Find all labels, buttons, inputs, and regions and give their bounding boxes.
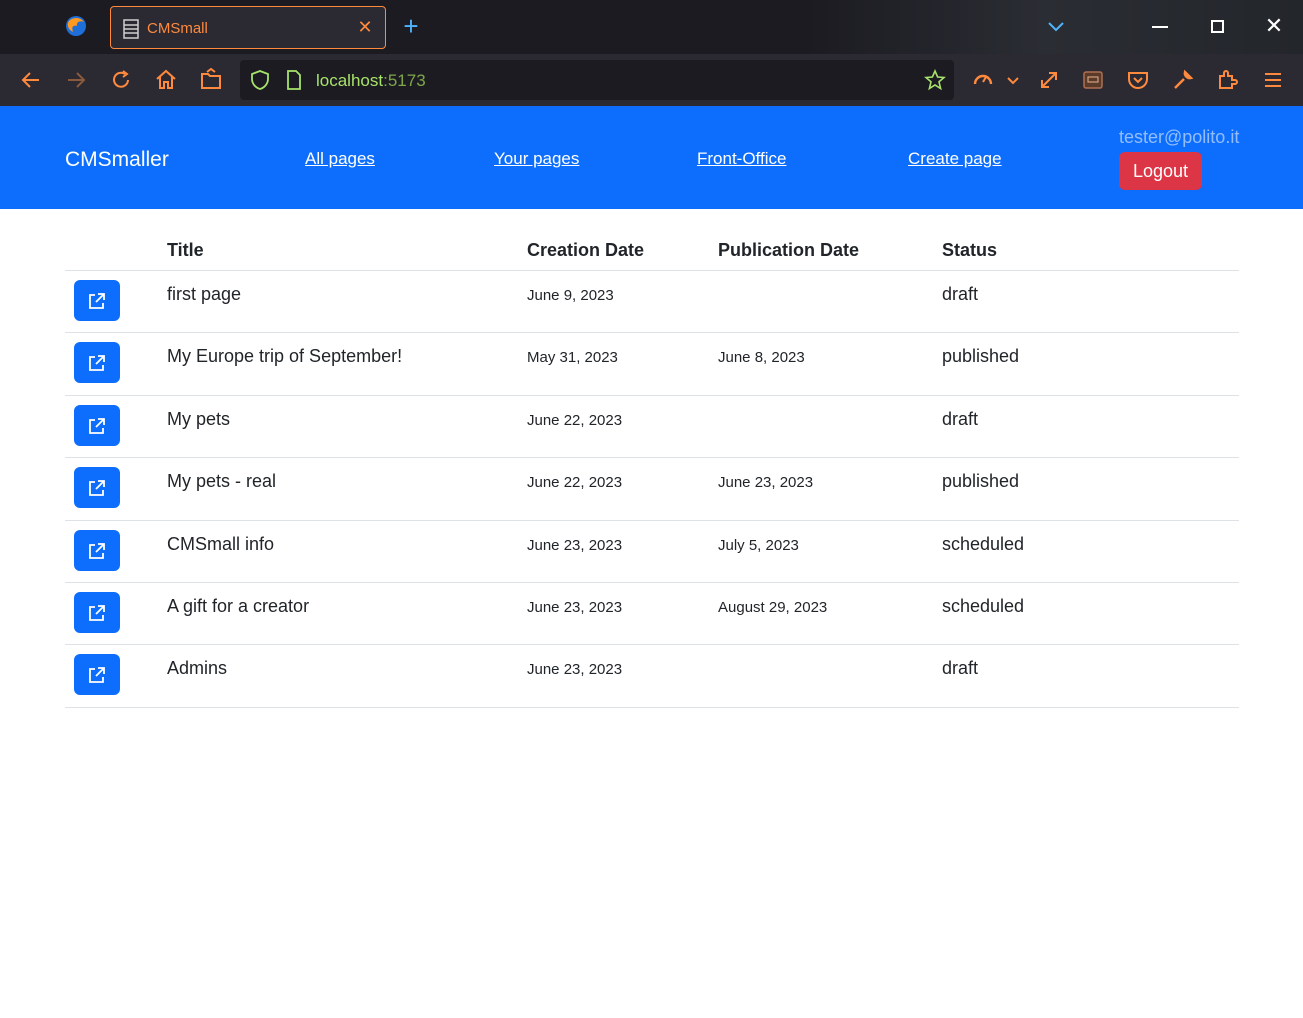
browser-tab-bar: CMSmall ✕ + ✕ — [0, 0, 1303, 54]
column-header-publication-date: Publication Date — [718, 240, 860, 260]
table-body: first page June 9, 2023 draft My Europe … — [65, 271, 1239, 708]
page-status: scheduled — [942, 595, 1025, 616]
column-header-title: Title — [167, 240, 204, 260]
page-status: draft — [942, 408, 979, 429]
external-link-icon — [89, 293, 105, 309]
creation-date: June 23, 2023 — [527, 661, 623, 679]
nav-your-pages[interactable]: Your pages — [494, 149, 579, 169]
open-page-button[interactable] — [74, 467, 120, 509]
external-link-icon — [89, 480, 105, 497]
home-icon[interactable] — [154, 68, 178, 92]
page-list-icon — [123, 19, 139, 39]
back-icon[interactable] — [19, 68, 43, 92]
bookmark-star-icon[interactable] — [924, 69, 946, 91]
publication-date: July 5, 2023 — [718, 536, 799, 554]
open-page-button[interactable] — [74, 280, 120, 321]
url-bar[interactable]: localhost:5173 — [240, 60, 954, 100]
page-title: CMSmall info — [167, 533, 275, 554]
table-row: My pets - real June 22, 2023 June 23, 20… — [65, 458, 1239, 521]
tab-close-icon[interactable]: ✕ — [355, 17, 375, 37]
creation-date: June 22, 2023 — [527, 474, 623, 492]
url-text[interactable]: localhost:5173 — [316, 71, 426, 91]
creation-date: June 9, 2023 — [527, 287, 614, 304]
page-title: My Europe trip of September! — [167, 346, 403, 367]
user-email: tester@polito.it — [1119, 127, 1240, 147]
save-to-collection-icon[interactable] — [199, 68, 223, 92]
open-page-button[interactable] — [74, 591, 120, 633]
table-row: My pets June 22, 2023 draft — [65, 396, 1239, 459]
column-header-creation-date: Creation Date — [527, 240, 645, 260]
page-title: Admins — [167, 658, 228, 679]
brand-title[interactable]: CMSmaller — [65, 148, 169, 172]
tab-title: CMSmall — [147, 20, 208, 37]
creation-date: June 23, 2023 — [527, 598, 623, 616]
page-status: draft — [942, 284, 979, 304]
page-title: My pets - real — [167, 471, 277, 492]
pocket-icon[interactable] — [1126, 68, 1150, 92]
publication-date: June 23, 2023 — [718, 474, 814, 492]
publication-date: June 8, 2023 — [718, 349, 805, 367]
page-status: scheduled — [942, 533, 1025, 554]
resize-expand-icon[interactable] — [1037, 68, 1061, 92]
nav-front-office[interactable]: Front-Office — [697, 149, 786, 169]
external-link-icon — [89, 355, 105, 372]
browser-tab[interactable]: CMSmall ✕ — [110, 6, 386, 49]
tracking-protection-shield-icon[interactable] — [250, 70, 270, 90]
creation-date: June 23, 2023 — [527, 536, 623, 554]
open-page-button[interactable] — [74, 342, 120, 384]
browser-toolbar: localhost:5173 — [0, 54, 1303, 106]
page-status: published — [942, 471, 1020, 492]
pages-table: Title Creation Date Publication Date Sta… — [65, 230, 1239, 708]
table-row: A gift for a creator June 23, 2023 Augus… — [65, 583, 1239, 646]
list-all-tabs-icon[interactable] — [1046, 18, 1066, 34]
reload-icon[interactable] — [109, 68, 133, 92]
table-row: My Europe trip of September! May 31, 202… — [65, 333, 1239, 396]
creation-date: May 31, 2023 — [527, 349, 618, 367]
table-row: Admins June 23, 2023 draft — [65, 645, 1239, 708]
extensions-puzzle-icon[interactable] — [1216, 68, 1240, 92]
app-navbar: CMSmaller All pages Your pages Front-Off… — [0, 106, 1303, 209]
logout-button[interactable]: Logout — [1119, 152, 1202, 190]
publication-date: August 29, 2023 — [718, 598, 828, 616]
external-link-icon — [89, 542, 105, 559]
window-close-icon[interactable]: ✕ — [1264, 14, 1284, 38]
external-link-icon — [89, 417, 105, 434]
page-info-icon[interactable] — [286, 70, 302, 90]
page-title: first page — [167, 284, 242, 304]
external-link-icon — [89, 605, 105, 621]
window-maximize-icon[interactable] — [1211, 20, 1224, 33]
open-page-button[interactable] — [74, 654, 120, 696]
speed-dial-icon[interactable] — [971, 68, 995, 92]
table-row: first page June 9, 2023 draft — [65, 271, 1239, 334]
page-title: My pets — [167, 408, 231, 429]
chevron-down-icon[interactable] — [1004, 68, 1022, 92]
forward-icon[interactable] — [64, 68, 88, 92]
wrench-icon[interactable] — [1171, 68, 1195, 92]
column-header-status: Status — [942, 240, 998, 260]
nav-create-page[interactable]: Create page — [908, 149, 1002, 169]
external-link-icon — [89, 667, 105, 684]
page-status: published — [942, 346, 1020, 367]
creation-date: June 22, 2023 — [527, 411, 623, 429]
table-header: Title Creation Date Publication Date Sta… — [65, 230, 1239, 271]
window-minimize-icon[interactable] — [1152, 26, 1168, 28]
open-page-button[interactable] — [74, 404, 120, 446]
new-tab-icon[interactable]: + — [398, 13, 424, 40]
open-page-button[interactable] — [74, 529, 120, 571]
extension-box-icon[interactable] — [1081, 68, 1105, 92]
page-status: draft — [942, 658, 979, 679]
table-row: CMSmall info June 23, 2023 July 5, 2023 … — [65, 521, 1239, 583]
menu-hamburger-icon[interactable] — [1261, 68, 1285, 92]
firefox-logo-icon[interactable] — [64, 14, 88, 38]
nav-all-pages[interactable]: All pages — [305, 149, 375, 169]
page-title: A gift for a creator — [167, 595, 310, 616]
